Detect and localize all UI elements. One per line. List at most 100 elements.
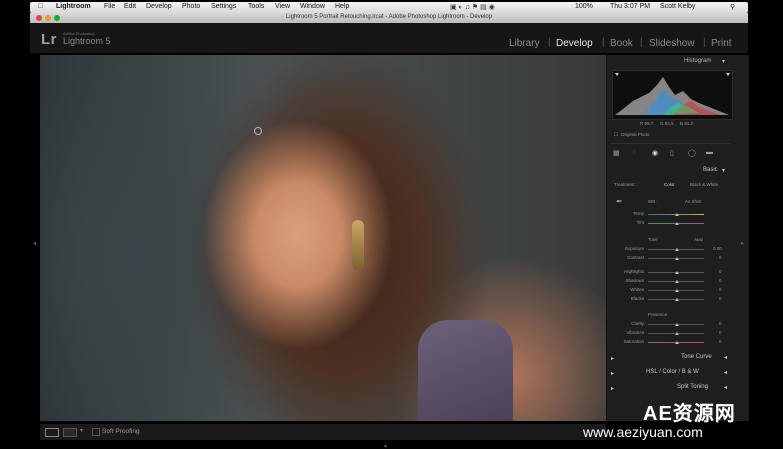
chevron-down-icon[interactable]: ▾ [80,427,83,434]
contrast-slider-knob[interactable] [675,257,679,260]
before-after-view-icon[interactable] [63,428,77,437]
panel-switch-icon[interactable]: ▸ [611,355,614,362]
vibrance-slider-knob[interactable] [675,332,679,335]
spot-removal-cursor-icon[interactable] [254,127,262,135]
panel-switch-icon[interactable]: ▸ [611,385,614,392]
module-book[interactable]: Book [610,38,633,49]
blacks-label: Blacks [630,296,644,301]
histogram-readout-r: R 95.7 [640,121,654,126]
menu-help[interactable]: Help [335,3,349,10]
radial-filter-icon[interactable]: ◯ [688,149,696,157]
chevron-down-icon[interactable]: ▾ [722,167,725,174]
right-panel-toggle-icon[interactable]: ▸ [741,240,744,247]
menu-file[interactable]: File [104,3,115,10]
chevron-left-icon[interactable]: ◂ [724,369,727,376]
tint-label: Tint [636,220,644,225]
menu-lightroom[interactable]: Lightroom [56,3,91,10]
treatment-color-button[interactable]: Color [664,182,675,187]
tint-slider-knob[interactable] [675,222,679,225]
module-slideshow[interactable]: Slideshow [649,38,695,49]
clarity-slider-knob[interactable] [675,323,679,326]
module-separator: | [548,37,551,48]
presence-label: Presence [648,312,668,317]
soft-proofing-checkbox[interactable] [92,428,100,436]
original-photo-checkbox[interactable]: ☐ [614,132,618,138]
wb-preset-dropdown[interactable]: As Shot [685,199,701,204]
tone-curve-panel-header[interactable]: Tone Curve [681,354,712,360]
clarity-value[interactable]: 0 [719,321,722,326]
module-print[interactable]: Print [711,38,732,49]
status-icons: ▣ ◐ ♫ ⚑ ▤ ◉ [450,4,495,11]
menu-develop[interactable]: Develop [146,3,172,10]
saturation-value[interactable]: 0 [719,339,722,344]
saturation-label: Saturation [623,339,644,344]
exposure-value[interactable]: 0.00 [713,246,722,251]
spotlight-icon[interactable]: ⚲ [730,3,735,11]
menu-edit[interactable]: Edit [124,3,136,10]
histogram-graph [612,70,733,120]
chevron-down-icon[interactable]: ▾ [722,58,725,65]
saturation-slider-knob[interactable] [675,341,679,344]
blacks-value[interactable]: 0 [719,296,722,301]
exposure-label: Exposure [624,246,644,251]
treatment-bw-button[interactable]: Black & White [690,182,718,187]
treatment-label: Treatment : [614,182,637,187]
photo-subject-earring [352,220,364,270]
menu-settings[interactable]: Settings [211,3,236,10]
wb-label: WB : [648,199,658,204]
white-balance-selector-icon[interactable]: ✒ [616,197,623,206]
shadows-value[interactable]: 0 [719,278,722,283]
loupe-view-icon[interactable] [45,428,59,437]
highlights-value[interactable]: 0 [719,269,722,274]
histogram-readout-g: G 92.5 [660,121,674,126]
blacks-slider-knob[interactable] [675,298,679,301]
window-title: Lightroom 5 Portrait Retouching.lrcat - … [285,14,493,20]
watermark-url: www.aeziyuan.com [583,424,703,440]
lightroom-logo: Lr [41,31,57,48]
histogram-curve [615,73,730,115]
module-separator: | [703,37,706,48]
basic-panel-header[interactable]: Basic [703,167,718,173]
divider [610,143,731,144]
photo-canvas[interactable] [40,55,606,421]
left-panel-toggle-icon[interactable]: ◂ [33,240,36,247]
split-toning-panel-header[interactable]: Split Toning [677,384,708,390]
hsl-panel-header[interactable]: HSL / Color / B & W [646,369,699,375]
contrast-value[interactable]: 0 [719,255,722,260]
module-separator: | [640,37,643,48]
whites-value[interactable]: 0 [719,287,722,292]
menu-window[interactable]: Window [300,3,325,10]
adjustment-brush-icon[interactable]: ▬ [706,149,713,156]
panel-switch-icon[interactable]: ▸ [611,370,614,377]
crop-tool-icon[interactable]: ▦ [613,149,620,157]
module-develop[interactable]: Develop [556,38,593,49]
mac-menu-bar:  Lightroom File Edit Develop Photo Sett… [30,2,748,13]
apple-menu-icon[interactable]:  [38,3,43,10]
shadows-slider-knob[interactable] [675,280,679,283]
exposure-slider-knob[interactable] [675,248,679,251]
soft-proofing-label: Soft Proofing [102,428,140,435]
chevron-left-icon[interactable]: ◂ [724,354,727,361]
battery-status: 100% [575,3,593,10]
watermark-title: AE资源网 [643,403,736,425]
histogram-header[interactable]: Histogram [684,58,711,64]
spot-removal-tool-icon[interactable]: ◌ [632,149,636,156]
temp-slider-knob[interactable] [675,213,679,216]
bottom-toolbar: ▾ Soft Proofing [40,424,606,440]
menu-photo[interactable]: Photo [182,3,200,10]
chevron-left-icon[interactable]: ◂ [724,384,727,391]
tone-label: Tone [648,237,658,242]
tone-auto-button[interactable]: Auto [694,237,703,242]
user-name[interactable]: Scott Kelby [660,3,695,10]
whites-label: Whites [630,287,644,292]
highlights-slider-knob[interactable] [675,271,679,274]
histogram-readout-b: B 91.2 [680,121,694,126]
module-separator: | [602,37,605,48]
menu-view[interactable]: View [275,3,290,10]
whites-slider-knob[interactable] [675,289,679,292]
vibrance-value[interactable]: 0 [719,330,722,335]
module-library[interactable]: Library [509,38,540,49]
red-eye-tool-icon[interactable]: ◉ [652,149,658,157]
graduated-filter-icon[interactable]: ▯ [670,149,674,157]
menu-tools[interactable]: Tools [248,3,264,10]
